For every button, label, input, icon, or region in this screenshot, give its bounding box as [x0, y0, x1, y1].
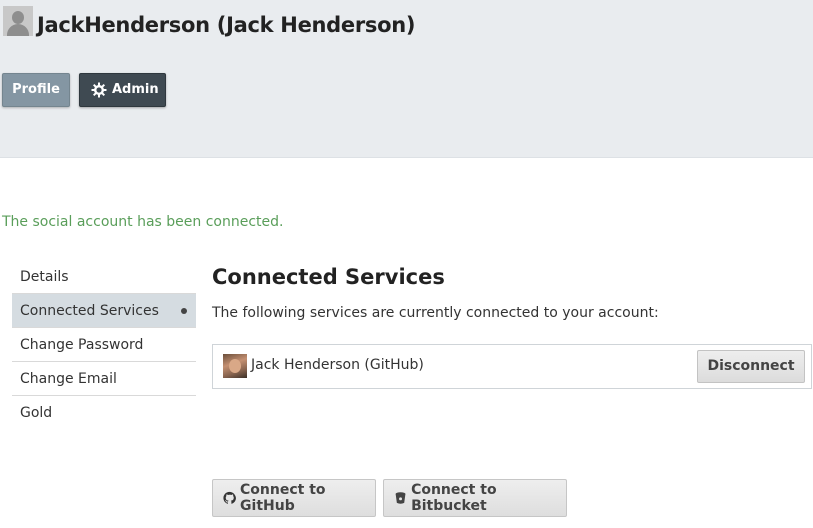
- settings-sidebar: Details Connected Services Change Passwo…: [12, 260, 196, 430]
- bitbucket-icon: [395, 492, 406, 504]
- github-icon: [223, 491, 236, 504]
- connect-bitbucket-button[interactable]: Connect to Bitbucket: [383, 479, 567, 517]
- page-header: JackHenderson (Jack Henderson) Profile A…: [0, 0, 813, 158]
- service-avatar: [223, 354, 247, 378]
- active-indicator-icon: [181, 308, 187, 314]
- disconnect-button[interactable]: Disconnect: [697, 350, 805, 383]
- sidebar-item-label: Gold: [20, 405, 53, 421]
- connect-bitbucket-label: Connect to Bitbucket: [411, 482, 497, 514]
- sidebar-item-label: Details: [20, 269, 69, 285]
- admin-button[interactable]: Admin: [79, 73, 166, 107]
- section-title: Connected Services: [212, 265, 445, 289]
- connect-github-button[interactable]: Connect to GitHub: [212, 479, 376, 517]
- flash-message: The social account has been connected.: [2, 214, 284, 230]
- page-title: JackHenderson (Jack Henderson): [37, 13, 416, 37]
- admin-button-label: Admin: [112, 82, 159, 97]
- connected-service-row: Jack Henderson (GitHub) Disconnect: [212, 344, 812, 389]
- user-placeholder-icon: [3, 6, 33, 36]
- sidebar-item-label: Connected Services: [20, 303, 159, 319]
- section-description: The following services are currently con…: [212, 305, 659, 321]
- sidebar-item-details[interactable]: Details: [12, 260, 196, 294]
- sidebar-item-gold[interactable]: Gold: [12, 396, 196, 430]
- sidebar-item-connected-services[interactable]: Connected Services: [12, 294, 196, 328]
- sidebar-item-change-password[interactable]: Change Password: [12, 328, 196, 362]
- service-account-label: Jack Henderson (GitHub): [251, 357, 424, 373]
- profile-button[interactable]: Profile: [2, 73, 70, 107]
- gear-icon: [91, 82, 107, 98]
- connect-github-label: Connect to GitHub: [240, 482, 326, 514]
- sidebar-item-label: Change Password: [20, 337, 144, 353]
- sidebar-item-change-email[interactable]: Change Email: [12, 362, 196, 396]
- sidebar-item-label: Change Email: [20, 371, 117, 387]
